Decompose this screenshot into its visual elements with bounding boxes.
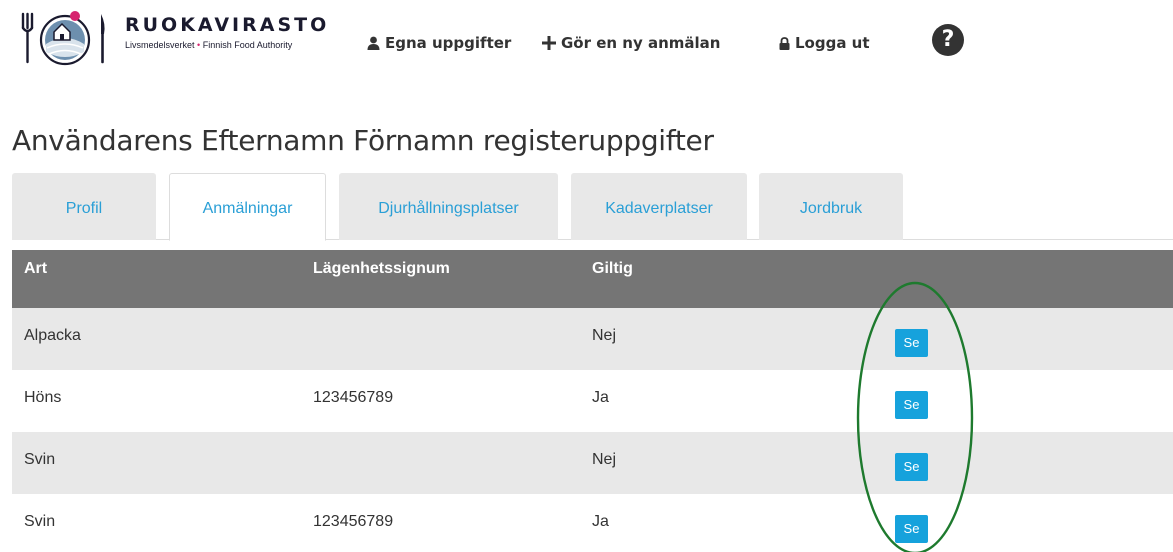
table-row: Höns 123456789 Ja Se bbox=[12, 370, 1173, 432]
view-button[interactable]: Se bbox=[895, 515, 928, 543]
table-row: Svin 123456789 Ja Se bbox=[12, 494, 1173, 552]
view-button[interactable]: Se bbox=[895, 453, 928, 481]
lock-icon bbox=[779, 36, 790, 50]
nav-new-report-link[interactable]: Gör en ny anmälan bbox=[542, 34, 721, 52]
cell-action: Se bbox=[895, 432, 928, 494]
page-title: Användarens Efternamn Förnamn registerup… bbox=[12, 124, 714, 157]
top-header: RUOKAVIRASTO Livsmedelsverket • Finnish … bbox=[0, 0, 1173, 82]
column-header-art[interactable]: Art bbox=[24, 250, 47, 308]
column-header-signum[interactable]: Lägenhetssignum bbox=[313, 250, 450, 308]
cell-action: Se bbox=[895, 308, 928, 370]
nav-logout-label: Logga ut bbox=[795, 34, 870, 52]
tab-label: Anmälningar bbox=[202, 200, 293, 217]
tab-kadaverplatser[interactable]: Kadaverplatser bbox=[571, 173, 747, 240]
tab-label: Jordbruk bbox=[799, 200, 863, 217]
tab-djurhallningsplatser[interactable]: Djurhållningsplatser bbox=[339, 173, 558, 240]
view-button[interactable]: Se bbox=[895, 329, 928, 357]
cell-giltig: Ja bbox=[592, 389, 609, 406]
brand-subtitle: Livsmedelsverket • Finnish Food Authorit… bbox=[125, 40, 329, 50]
nav-new-report-label: Gör en ny anmälan bbox=[561, 34, 721, 52]
view-button[interactable]: Se bbox=[895, 391, 928, 419]
brand-sub-right: Finnish Food Authority bbox=[202, 40, 293, 50]
ruokavirasto-logo-icon[interactable] bbox=[20, 10, 108, 66]
tab-label: Profil bbox=[65, 200, 103, 217]
brand-name: RUOKAVIRASTO bbox=[125, 14, 330, 36]
table-header-row: Art Lägenhetssignum Giltig bbox=[12, 250, 1173, 308]
tab-jordbruk[interactable]: Jordbruk bbox=[759, 173, 903, 240]
registrations-table: Art Lägenhetssignum Giltig Alpacka Nej S… bbox=[12, 250, 1173, 552]
cell-art: Svin bbox=[24, 451, 56, 468]
plus-icon bbox=[542, 36, 556, 50]
table-row: Svin Nej Se bbox=[12, 432, 1173, 494]
cell-art: Höns bbox=[24, 389, 62, 406]
brand-sub-left: Livsmedelsverket bbox=[125, 40, 195, 50]
tab-label: Kadaverplatser bbox=[605, 200, 713, 217]
cell-signum: 123456789 bbox=[313, 513, 394, 530]
nav-logout-link[interactable]: Logga ut bbox=[779, 34, 870, 52]
tab-bar: Profil Anmälningar Djurhållningsplatser … bbox=[12, 173, 1173, 241]
brand-sub-separator: • bbox=[197, 40, 201, 50]
brand: RUOKAVIRASTO Livsmedelsverket • Finnish … bbox=[125, 14, 329, 50]
nav-own-info-label: Egna uppgifter bbox=[385, 34, 512, 52]
table-row: Alpacka Nej Se bbox=[12, 308, 1173, 370]
cell-signum: 123456789 bbox=[313, 389, 394, 406]
cell-action: Se bbox=[895, 494, 928, 552]
tab-label: Djurhållningsplatser bbox=[378, 200, 519, 217]
cell-art: Svin bbox=[24, 513, 56, 530]
tab-anmalningar[interactable]: Anmälningar bbox=[169, 173, 326, 241]
cell-action: Se bbox=[895, 370, 928, 432]
cell-giltig: Ja bbox=[592, 513, 609, 530]
question-circle-icon[interactable]: ? bbox=[932, 24, 964, 56]
tab-profil[interactable]: Profil bbox=[12, 173, 156, 240]
user-icon bbox=[367, 36, 380, 50]
cell-giltig: Nej bbox=[592, 451, 617, 468]
nav-own-info-link[interactable]: Egna uppgifter bbox=[367, 34, 511, 52]
cell-art: Alpacka bbox=[24, 327, 81, 344]
cell-giltig: Nej bbox=[592, 327, 617, 344]
column-header-giltig[interactable]: Giltig bbox=[592, 250, 633, 308]
